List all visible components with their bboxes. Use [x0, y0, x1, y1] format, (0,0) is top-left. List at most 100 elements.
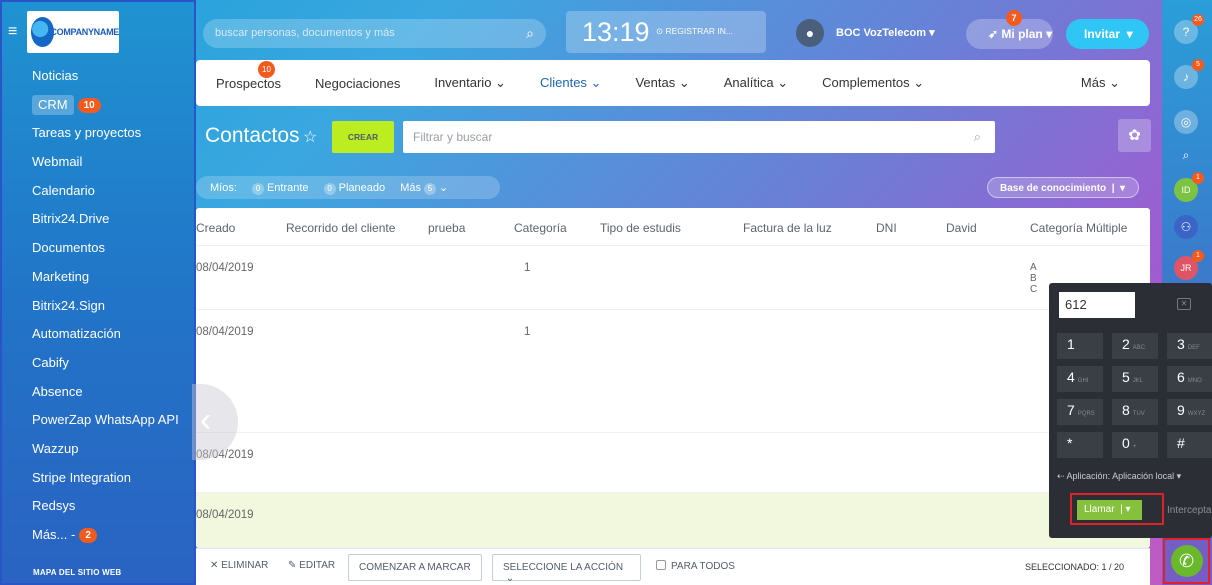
sidebar-item-crm[interactable]: CRM 10 [32, 94, 196, 124]
dial-key-letters: DEF [1187, 345, 1200, 351]
edit-button[interactable]: ✎ EDITAR [288, 560, 335, 571]
table-row[interactable]: 08/04/2019 1 A B C [196, 246, 1150, 310]
tab-more[interactable]: Más ⌄ [1081, 75, 1120, 91]
sidebar-item-mas[interactable]: Más... -2 [32, 525, 196, 554]
tab-clientes[interactable]: Clientes ⌄ [540, 75, 602, 91]
intercept-button[interactable]: Interceptar [1167, 505, 1212, 516]
tab-prospectos[interactable]: 10 Prospectos [216, 60, 281, 91]
avatar-jr[interactable]: JR 1 [1174, 250, 1204, 280]
sidebar-item-cabify[interactable]: Cabify [32, 353, 196, 382]
sidebar-item-webmail[interactable]: Webmail [32, 152, 196, 181]
select-action-dropdown[interactable]: SELECCIONE LA ACCIÓN ⌄ [492, 554, 641, 584]
table-row-selected[interactable]: 08/04/2019 [196, 493, 1150, 548]
sidebar-item-documentos[interactable]: Documentos [32, 238, 196, 267]
phone-number-input[interactable]: 612 [1059, 292, 1135, 318]
dial-key[interactable]: * [1057, 432, 1103, 458]
phone-call-button[interactable]: ✆ [1163, 538, 1210, 584]
group-icon[interactable]: ⚇ [1174, 215, 1198, 239]
sidebar-item-tareas[interactable]: Tareas y proyectos [32, 123, 196, 152]
company-logo[interactable]: COMPANYNAME [27, 11, 119, 53]
counter-entrante[interactable]: 0 Entrante [251, 182, 309, 195]
register-button[interactable]: ⊙ REGISTRAR IN... [656, 26, 733, 37]
start-dial-button[interactable]: COMENZAR A MARCAR [348, 554, 482, 581]
chevron-down-icon: ⌄ [678, 75, 690, 90]
knowledge-base-button[interactable]: Base de conocimiento | ▾ [987, 177, 1139, 198]
dial-key[interactable]: 1 [1057, 333, 1103, 359]
search-icon[interactable]: ⌕ [974, 129, 981, 145]
sidebar-item-stripe[interactable]: Stripe Integration [32, 468, 196, 497]
sidebar-item-drive[interactable]: Bitrix24.Drive [32, 209, 196, 238]
counters-bar: Míos: 0 Entrante 0 Planeado Más 5 ⌄ [196, 176, 500, 199]
for-all-checkbox[interactable]: PARA TODOS [656, 560, 735, 572]
table-row[interactable]: 08/04/2019 [196, 433, 1150, 493]
column-header[interactable]: Categoría [514, 221, 567, 235]
call-button[interactable]: Llamar | ▾ [1077, 500, 1142, 520]
search-icon[interactable]: ⌕ [1174, 143, 1198, 167]
bell-icon[interactable]: ♪ 5 [1174, 59, 1204, 89]
app-selector[interactable]: ⇠ Aplicación: Aplicación local ▾ [1057, 471, 1181, 482]
dial-key[interactable]: 6 MNO [1167, 366, 1212, 392]
menu-icon[interactable]: ≡ [8, 24, 17, 40]
sidebar-item-wazzup[interactable]: Wazzup [32, 439, 196, 468]
multi-value: C [1030, 284, 1038, 295]
create-button[interactable]: CREAR [332, 121, 394, 153]
avatar[interactable]: ● [796, 19, 824, 47]
clear-icon[interactable]: ✕ [1177, 298, 1191, 310]
dial-key[interactable]: 7 PQRS [1057, 399, 1103, 425]
invite-label: Invitar [1084, 27, 1121, 41]
column-header[interactable]: Tipo de estudis [600, 221, 681, 235]
time-tracker[interactable]: 13:19 ⊙ REGISTRAR IN... [566, 11, 766, 53]
column-header[interactable]: Categoría Múltiple [1030, 221, 1127, 235]
tab-complementos[interactable]: Complementos ⌄ [822, 75, 924, 91]
dial-key[interactable]: 4 GHI [1057, 366, 1103, 392]
created-cell: 08/04/2019 [196, 262, 254, 274]
help-icon[interactable]: ? 26 [1174, 14, 1204, 44]
register-label: REGISTRAR IN... [665, 26, 734, 36]
chat-icon[interactable]: ◎ [1174, 110, 1198, 134]
column-header[interactable]: Recorrido del cliente [286, 221, 395, 235]
sitemap-link[interactable]: MAPA DEL SITIO WEB [33, 568, 121, 577]
dial-key[interactable]: 8 TUV [1112, 399, 1158, 425]
dial-key[interactable]: # [1167, 432, 1212, 458]
star-icon[interactable]: ☆ [303, 127, 317, 147]
dial-key[interactable]: 3 DEF [1167, 333, 1212, 359]
dial-key[interactable]: 5 JKL [1112, 366, 1158, 392]
column-header[interactable]: Creado [196, 221, 235, 235]
settings-gear-button[interactable]: ✿ [1118, 119, 1151, 152]
search-icon[interactable]: ⌕ [526, 25, 534, 42]
table-row[interactable]: 08/04/2019 1 [196, 310, 1150, 433]
user-menu[interactable]: BOC VozTelecom ▾ [836, 26, 935, 39]
delete-button[interactable]: ✕ ELIMINAR [210, 560, 268, 571]
sidebar-item-automatizacion[interactable]: Automatización [32, 324, 196, 353]
my-plan-button[interactable]: 7 ➶ Mi plan ▾ [966, 10, 1053, 49]
bottom-action-bar: ✕ ELIMINAR ✎ EDITAR COMENZAR A MARCAR SE… [196, 548, 1150, 585]
sidebar-item-sign[interactable]: Bitrix24.Sign [32, 296, 196, 325]
multi-category-cell: A B C [1030, 262, 1037, 295]
dial-key[interactable]: 9 WXYZ [1167, 399, 1212, 425]
invite-button[interactable]: Invitar ▾ [1066, 19, 1149, 49]
sidebar-item-redsys[interactable]: Redsys [32, 496, 196, 525]
tab-ventas[interactable]: Ventas ⌄ [635, 75, 689, 91]
category-cell: 1 [524, 262, 531, 274]
tab-analitica[interactable]: Analítica ⌄ [724, 75, 788, 91]
sidebar-item-powerzap[interactable]: PowerZap WhatsApp API [32, 410, 196, 439]
column-header[interactable]: Factura de la luz [743, 221, 832, 235]
column-header[interactable]: DNI [876, 221, 897, 235]
global-search-input[interactable]: buscar personas, documentos y más ⌕ [203, 19, 546, 48]
column-header[interactable]: David [946, 221, 977, 235]
sidebar-item-marketing[interactable]: Marketing [32, 267, 196, 296]
avatar-id[interactable]: ID 1 [1174, 172, 1204, 202]
dial-key[interactable]: 2 ABC [1112, 333, 1158, 359]
sidebar-item-absence[interactable]: Absence [32, 382, 196, 411]
column-header[interactable]: prueba [428, 221, 465, 235]
counter-mas[interactable]: Más 5 ⌄ [400, 181, 448, 195]
tab-inventario[interactable]: Inventario ⌄ [434, 75, 506, 91]
filter-search-input[interactable]: Filtrar y buscar ⌕ [403, 121, 995, 153]
counter-planeado[interactable]: 0 Planeado [323, 182, 385, 195]
tab-negociaciones[interactable]: Negociaciones [315, 76, 400, 91]
call-button-highlight: Llamar | ▾ [1070, 493, 1164, 525]
sidebar-item-calendario[interactable]: Calendario [32, 181, 196, 210]
sidebar-item-noticias[interactable]: Noticias [32, 66, 196, 95]
dial-key[interactable]: 0 + [1112, 432, 1158, 458]
company-name: COMPANYNAME [50, 27, 119, 37]
